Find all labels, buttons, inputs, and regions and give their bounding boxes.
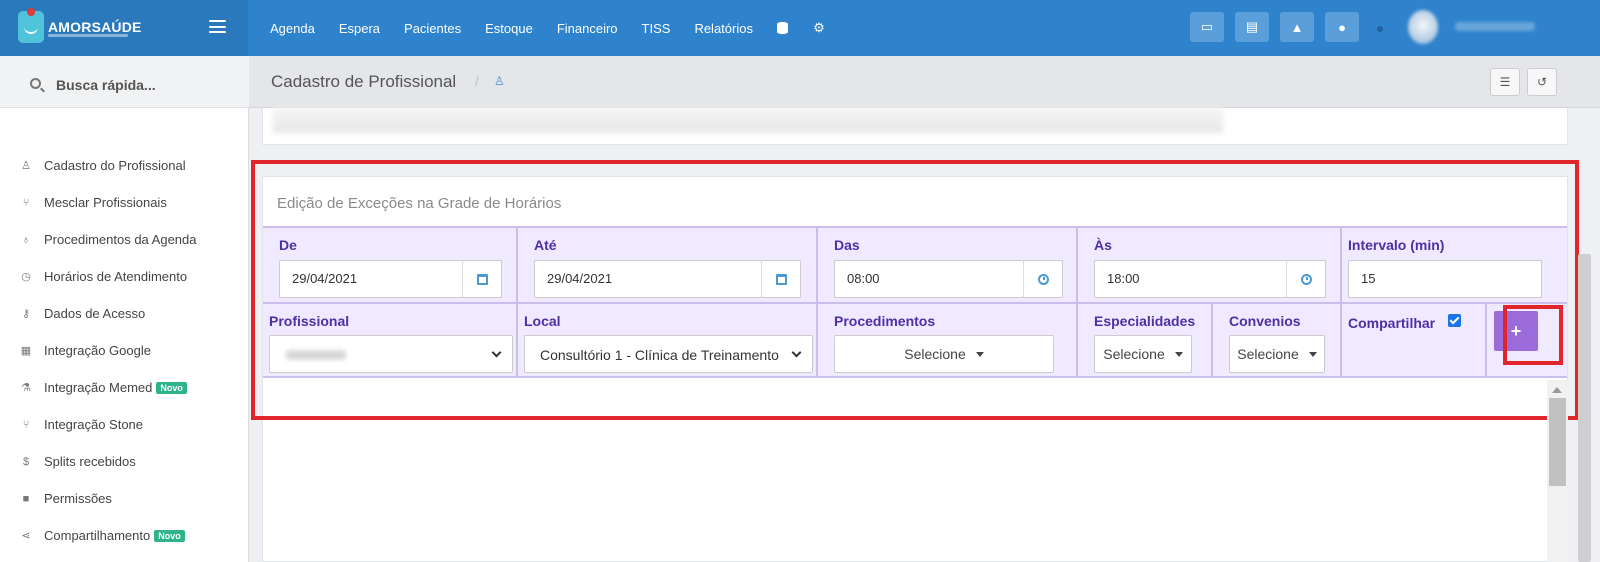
sidebar-item-memed[interactable]: ⚗ Integração Memed Novo xyxy=(0,369,249,406)
search-input[interactable]: Busca rápida... xyxy=(56,77,156,93)
main-nav: Agenda Espera Pacientes Estoque Financei… xyxy=(270,0,849,56)
scroll-up-arrow-icon[interactable] xyxy=(1552,387,1562,393)
sidebar-menu: ♙ Cadastro do Profissional ⑂ Mesclar Pro… xyxy=(0,147,249,554)
inbox-icon[interactable]: ▭ xyxy=(1190,12,1224,42)
sidebar-item-label: Mesclar Profissionais xyxy=(44,195,167,210)
sidebar-item-permissoes[interactable]: ■ Permissões xyxy=(0,480,249,517)
share-icon: ⋖ xyxy=(21,530,31,542)
nav-pacientes[interactable]: Pacientes xyxy=(404,21,461,36)
sidebar-item-google[interactable]: ▦ Integração Google xyxy=(0,332,249,369)
top-navbar: AMORSAÚDE Agenda Espera Pacientes Estoqu… xyxy=(0,0,1600,56)
user-name-blurred[interactable] xyxy=(1455,22,1535,31)
stethoscope-icon: ♁ xyxy=(21,233,31,246)
key-icon: ⚷ xyxy=(21,308,31,320)
sidebar-item-label: Cadastro do Profissional xyxy=(44,158,186,173)
sidebar-item-mesclar[interactable]: ⑂ Mesclar Profissionais xyxy=(0,184,249,221)
amorsaude-logo-icon xyxy=(18,8,44,43)
flask-icon: ⚗ xyxy=(21,382,31,394)
brand-area[interactable]: AMORSAÚDE xyxy=(0,0,248,56)
highlight-box xyxy=(251,160,1579,420)
sidebar-item-label: Permissões xyxy=(44,491,112,506)
chat-icon[interactable]: ● xyxy=(1325,12,1359,42)
sidebar-item-horarios[interactable]: ◷ Horários de Atendimento xyxy=(0,258,249,295)
sidebar-item-cadastro[interactable]: ♙ Cadastro do Profissional xyxy=(0,147,249,184)
sidebar-item-label: Horários de Atendimento xyxy=(44,269,188,284)
nav-relatorios[interactable]: Relatórios xyxy=(694,21,753,36)
top-action-buttons: ▭ ▤ ▲ ● xyxy=(1190,12,1370,42)
lock-icon: ■ xyxy=(22,492,30,505)
sidebar-item-label: Integração Stone xyxy=(44,417,144,432)
sidebar-item-splits[interactable]: $ Splits recebidos xyxy=(0,443,249,480)
sidebar-item-dados-acesso[interactable]: ⚷ Dados de Acesso xyxy=(0,295,249,332)
clock-icon: ◷ xyxy=(21,271,31,283)
quick-search[interactable]: Busca rápida... xyxy=(0,56,249,108)
list-view-icon[interactable]: ☰ xyxy=(1490,68,1520,96)
nav-espera[interactable]: Espera xyxy=(339,21,380,36)
sidebar-item-label: Dados de Acesso xyxy=(44,306,146,321)
sidebar-item-label: Splits recebidos xyxy=(44,454,136,469)
breadcrumb: Cadastro de Profissional / ♙ ☰ ↺ xyxy=(249,56,1600,108)
nav-estoque[interactable]: Estoque xyxy=(485,21,533,36)
merge-icon: ⑂ xyxy=(22,196,30,209)
nav-tiss[interactable]: TISS xyxy=(642,21,671,36)
user-md-icon: ♙ xyxy=(21,160,31,172)
gear-icon[interactable]: ⚙ xyxy=(813,20,825,36)
sidebar-item-compartilhamento[interactable]: ⋖ Compartilhamento Novo xyxy=(0,517,249,554)
nav-financeiro[interactable]: Financeiro xyxy=(557,21,618,36)
history-icon[interactable]: ↺ xyxy=(1527,68,1557,96)
new-badge: Novo xyxy=(156,381,187,394)
database-icon[interactable] xyxy=(777,20,789,37)
sidebar-item-label: Integração Google xyxy=(44,343,151,358)
page-scrollbar[interactable] xyxy=(1578,254,1591,562)
search-icon xyxy=(30,78,41,89)
new-badge: Novo xyxy=(154,529,185,542)
sidebar-item-label: Procedimentos da Agenda xyxy=(44,232,197,247)
calendar-icon: ▦ xyxy=(20,345,32,357)
brand-tagline-graphic xyxy=(48,34,128,37)
card-icon[interactable]: ▤ xyxy=(1235,12,1269,42)
brand-name: AMORSAÚDE xyxy=(48,19,142,35)
user-md-icon[interactable]: ♙ xyxy=(494,74,505,88)
avatar[interactable] xyxy=(1408,10,1438,44)
sidebar-item-procedimentos[interactable]: ♁ Procedimentos da Agenda xyxy=(0,221,249,258)
sidebar: Busca rápida... ♙ Cadastro do Profission… xyxy=(0,56,249,562)
merge-icon: ⑂ xyxy=(22,418,30,431)
sidebar-item-stone[interactable]: ⑂ Integração Stone xyxy=(0,406,249,443)
highlight-add-button xyxy=(1503,305,1563,365)
inner-scroll-thumb[interactable] xyxy=(1549,398,1566,486)
hamburger-menu-icon[interactable] xyxy=(209,20,226,33)
page-title: Cadastro de Profissional xyxy=(271,72,457,91)
blurred-content xyxy=(273,108,1223,133)
sidebar-item-label: Compartilhamento xyxy=(44,528,151,543)
breadcrumb-separator: / xyxy=(475,74,479,89)
status-dot xyxy=(1377,26,1383,32)
nav-agenda[interactable]: Agenda xyxy=(270,21,315,36)
previous-panel xyxy=(262,108,1568,145)
bell-icon[interactable]: ▲ xyxy=(1280,12,1314,42)
sidebar-item-label: Integração Memed xyxy=(44,380,153,395)
dollar-icon: $ xyxy=(22,455,30,468)
